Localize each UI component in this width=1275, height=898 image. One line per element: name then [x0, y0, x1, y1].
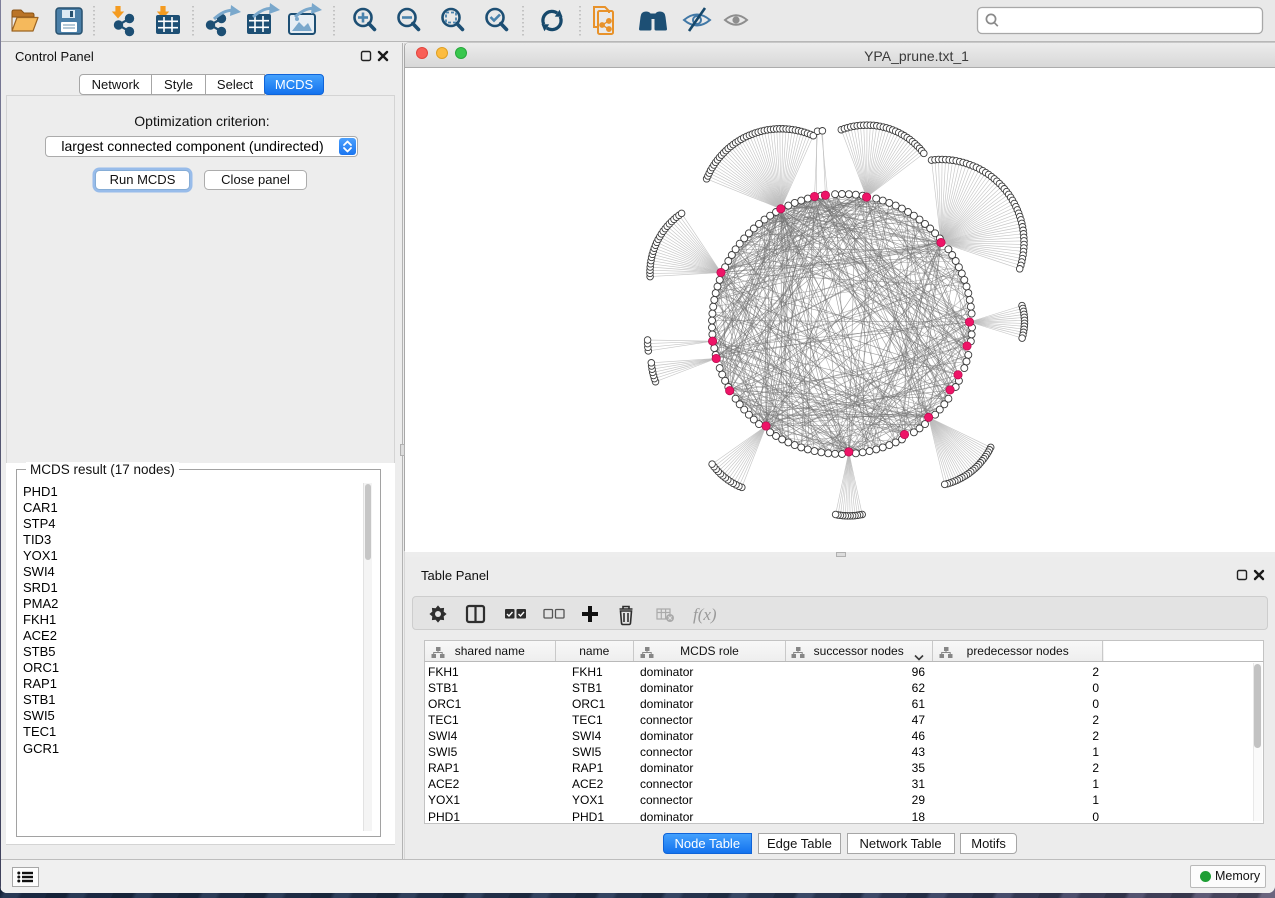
svg-text:f(x): f(x) — [693, 605, 717, 624]
